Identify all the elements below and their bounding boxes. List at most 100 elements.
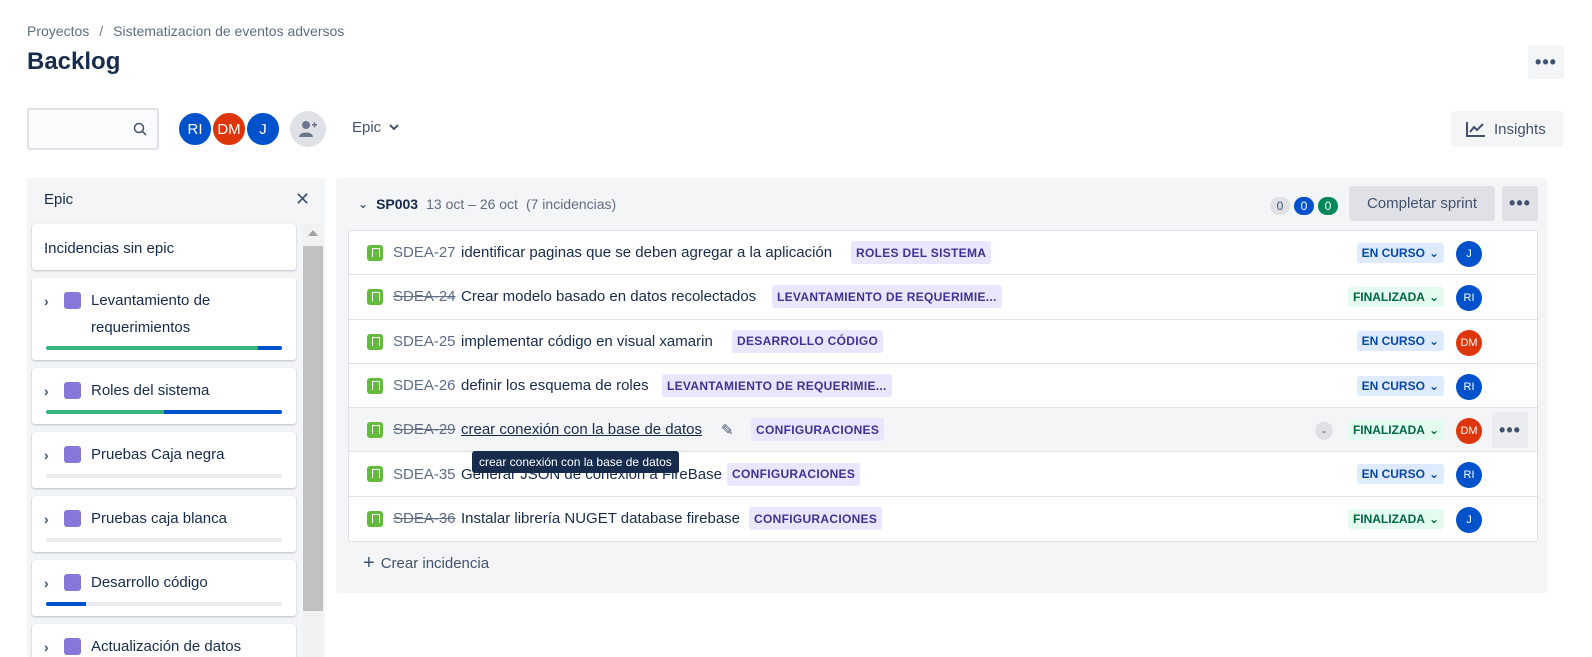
assignee-avatar[interactable]: DM	[1456, 329, 1482, 356]
epic-item[interactable]: › Desarrollo código	[32, 560, 296, 616]
sprint-header[interactable]: ⌄ SP003 13 oct – 26 oct (7 incidencias)	[358, 196, 616, 212]
story-icon	[367, 333, 383, 350]
chevron-right-icon[interactable]: ›	[44, 575, 60, 591]
sprint-more-button[interactable]: •••	[1502, 186, 1538, 221]
assignee-avatar[interactable]: RI	[1456, 285, 1482, 312]
issue-row[interactable]: SDEA-25 implementar código en visual xam…	[349, 320, 1537, 364]
epic-label[interactable]: DESARROLLO CÓDIGO	[732, 329, 884, 353]
status-dropdown[interactable]: FINALIZADA ⌄	[1347, 286, 1444, 307]
progress-done	[46, 346, 259, 350]
assignee-avatar[interactable]: RI	[1456, 373, 1482, 400]
epic-progress-bar	[46, 410, 282, 414]
scroll-up-icon[interactable]	[308, 230, 318, 236]
chevron-right-icon[interactable]: ›	[44, 293, 60, 309]
status-label: FINALIZADA	[1352, 422, 1425, 437]
epic-item[interactable]: › Pruebas caja blanca	[32, 496, 296, 552]
epic-label[interactable]: CONFIGURACIONES	[727, 462, 861, 486]
issue-summary[interactable]: Instalar librería NUGET database firebas…	[461, 510, 740, 527]
status-dropdown[interactable]: EN CURSO ⌄	[1356, 375, 1444, 396]
issue-key[interactable]: SDEA-26	[393, 377, 456, 394]
breadcrumb-project[interactable]: Sistematizacion de eventos adversos	[113, 23, 344, 39]
page-more-button[interactable]: •••	[1528, 45, 1564, 79]
assignee-avatar[interactable]: J	[1456, 241, 1482, 267]
issue-row[interactable]: SDEA-36 Instalar librería NUGET database…	[349, 497, 1537, 541]
epic-label[interactable]: ROLES DEL SISTEMA	[851, 241, 992, 265]
chevron-down-icon[interactable]: ⌄	[358, 197, 368, 211]
no-epic-item[interactable]: Incidencias sin epic	[32, 224, 296, 270]
epic-filter-label: Epic	[352, 119, 382, 136]
epic-progress-bar	[46, 602, 282, 606]
chevron-down-icon: ⌄	[1428, 378, 1439, 393]
epic-label[interactable]: CONFIGURACIONES	[751, 418, 885, 442]
status-dropdown[interactable]: FINALIZADA ⌄	[1347, 419, 1444, 440]
epic-item[interactable]: › Actualización de datos	[32, 624, 296, 657]
add-people-button[interactable]	[290, 111, 326, 147]
status-dropdown[interactable]: EN CURSO ⌄	[1356, 242, 1444, 263]
status-dropdown[interactable]: FINALIZADA ⌄	[1347, 508, 1444, 529]
breadcrumb-projects[interactable]: Proyectos	[27, 23, 89, 39]
epic-panel-scrollbar[interactable]	[303, 224, 323, 657]
chevron-right-icon[interactable]: ›	[44, 447, 60, 463]
assignee-avatar[interactable]: RI	[1456, 462, 1482, 489]
issue-row[interactable]: SDEA-29 crear conexión con la base de da…	[349, 408, 1537, 453]
sprint-dates: 13 oct – 26 oct	[426, 196, 518, 212]
epic-color-swatch	[64, 382, 81, 399]
issue-summary[interactable]: definir los esquema de roles	[461, 377, 649, 394]
status-dropdown[interactable]: EN CURSO ⌄	[1356, 331, 1444, 352]
avatar[interactable]: J	[245, 111, 281, 147]
breadcrumb-separator: /	[99, 23, 104, 39]
issue-key[interactable]: SDEA-27	[393, 244, 456, 261]
issue-key[interactable]: SDEA-35	[393, 466, 456, 483]
insights-label: Insights	[1494, 120, 1546, 138]
create-issue-button[interactable]: + Crear incidencia	[363, 553, 489, 573]
story-icon	[367, 377, 383, 394]
status-dropdown[interactable]: EN CURSO ⌄	[1356, 464, 1444, 485]
epic-item[interactable]: › Levantamiento de requerimientos	[32, 278, 296, 360]
edit-pencil-icon[interactable]: ✎	[721, 421, 734, 439]
epic-item[interactable]: › Roles del sistema	[32, 368, 296, 424]
status-label: FINALIZADA	[1352, 289, 1425, 304]
chevron-right-icon[interactable]: ›	[44, 383, 60, 399]
epic-label[interactable]: CONFIGURACIONES	[749, 507, 883, 531]
page-title: Backlog	[27, 48, 121, 75]
story-icon	[367, 422, 383, 439]
epic-name: Levantamiento de	[91, 292, 211, 309]
search-icon	[133, 122, 147, 136]
issue-row[interactable]: SDEA-26 definir los esquema de roles LEV…	[349, 364, 1537, 409]
avatar[interactable]: RI	[177, 111, 213, 147]
chevron-right-icon[interactable]: ›	[44, 511, 60, 527]
issue-row[interactable]: SDEA-24 Crear modelo basado en datos rec…	[349, 275, 1537, 320]
progress-in-progress	[164, 410, 282, 414]
summary-tooltip: crear conexión con la base de datos	[472, 451, 679, 473]
issue-key[interactable]: SDEA-24	[393, 288, 456, 305]
avatar[interactable]: DM	[211, 111, 247, 147]
issue-key[interactable]: SDEA-29	[393, 421, 456, 438]
close-icon[interactable]: ✕	[295, 189, 310, 210]
chevron-down-icon: ⌄	[1428, 511, 1439, 526]
chevron-right-icon[interactable]: ›	[44, 639, 60, 655]
epic-label[interactable]: LEVANTAMIENTO DE REQUERIMIE...	[772, 285, 1002, 309]
estimate-badge[interactable]: -	[1315, 422, 1333, 441]
insights-button[interactable]: Insights	[1451, 111, 1563, 147]
issue-key[interactable]: SDEA-25	[393, 333, 456, 350]
issue-summary[interactable]: crear conexión con la base de datos	[461, 421, 702, 438]
issue-summary[interactable]: implementar código en visual xamarin	[461, 333, 713, 350]
issue-more-button[interactable]: •••	[1492, 412, 1528, 449]
scrollbar-thumb[interactable]	[303, 246, 323, 611]
issue-summary[interactable]: Crear modelo basado en datos recolectado…	[461, 288, 756, 305]
chevron-down-icon: ⌄	[1428, 422, 1439, 437]
chevron-down-icon	[389, 124, 399, 131]
epic-item[interactable]: › Pruebas Caja negra	[32, 432, 296, 488]
chevron-down-icon: ⌄	[1428, 334, 1439, 349]
complete-sprint-button[interactable]: Completar sprint	[1349, 186, 1495, 221]
in-progress-count-badge: 0	[1294, 197, 1314, 215]
assignee-avatar[interactable]: J	[1456, 506, 1482, 533]
epic-label[interactable]: LEVANTAMIENTO DE REQUERIMIE...	[662, 374, 892, 398]
search-input[interactable]	[27, 108, 159, 150]
issue-summary[interactable]: identificar paginas que se deben agregar…	[461, 244, 832, 261]
issue-key[interactable]: SDEA-36	[393, 510, 456, 527]
sprint-status-counts: 0 0 0	[1270, 197, 1338, 215]
assignee-avatar[interactable]: DM	[1456, 418, 1482, 445]
epic-filter-dropdown[interactable]: Epic	[352, 119, 399, 136]
issue-row[interactable]: SDEA-27 identificar paginas que se deben…	[349, 231, 1537, 276]
